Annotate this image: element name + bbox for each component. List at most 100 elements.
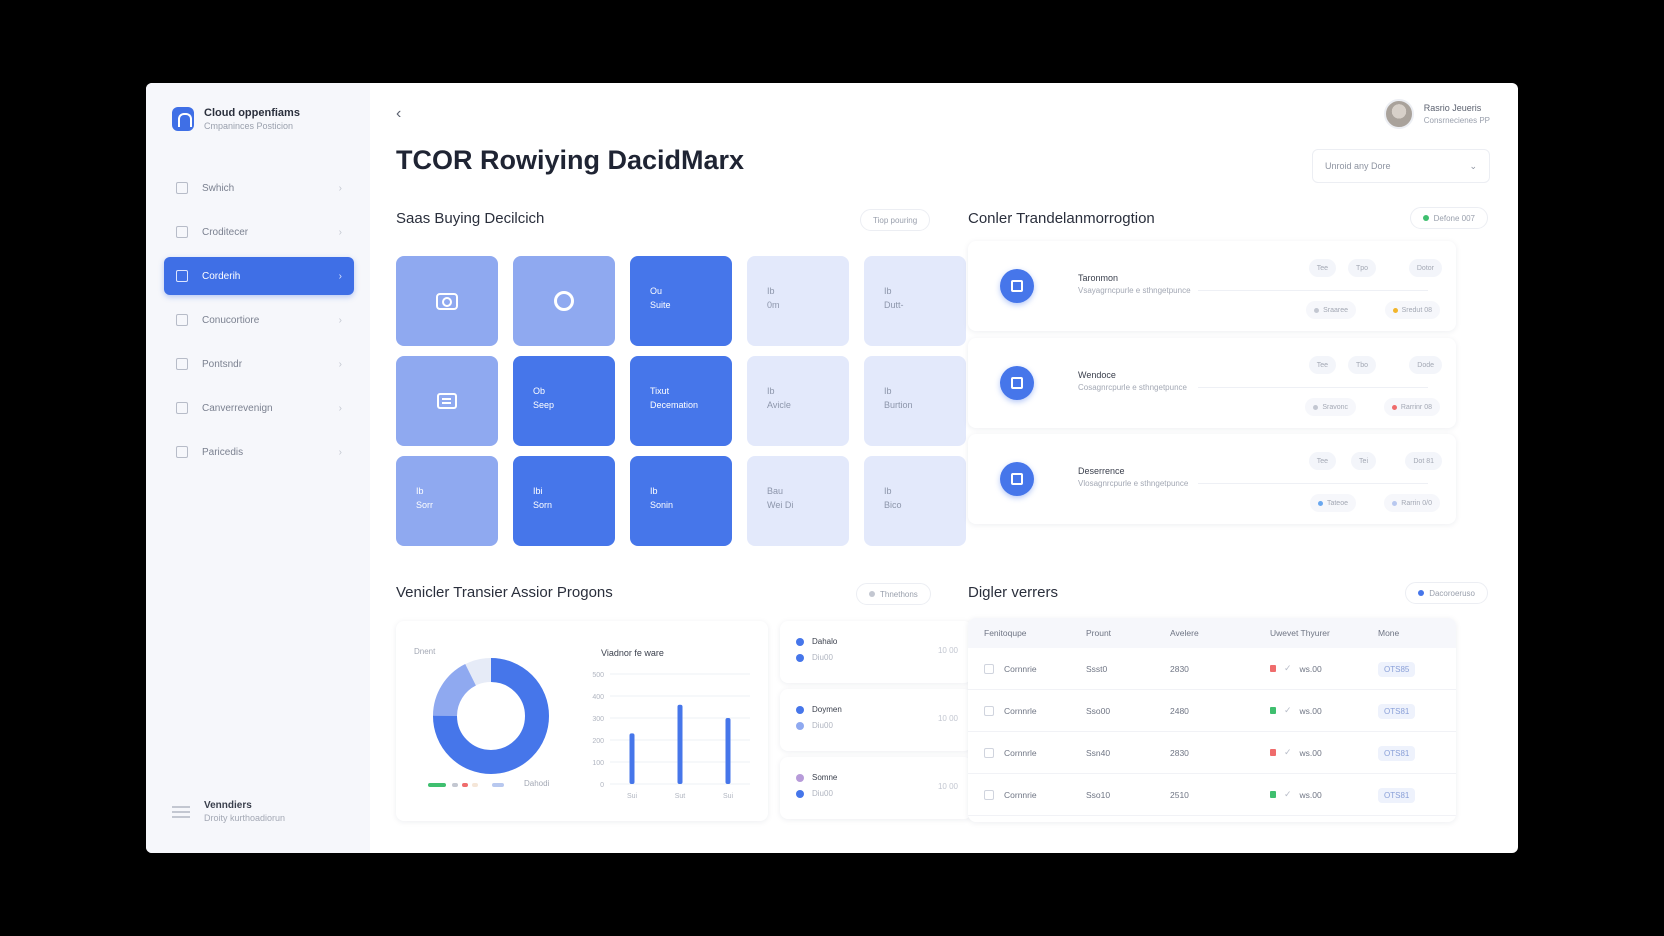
transform-stat: Sredut 08 <box>1384 301 1440 319</box>
sidebar-item-label: Canverrevenign <box>202 402 273 414</box>
transform-card[interactable]: Taronmon Vsayagrncpurle e sthngetpunce Tee… <box>968 241 1456 331</box>
buying-tile[interactable]: Bau Wei Di <box>747 456 849 546</box>
buying-tile[interactable]: Ib Avicle <box>747 356 849 446</box>
transfer-pill[interactable]: Thnethons <box>856 583 931 605</box>
row-checkbox[interactable] <box>984 663 994 674</box>
bar[interactable] <box>677 704 683 784</box>
buying-tile[interactable]: Ib Burtion <box>864 356 966 446</box>
sidebar-item-3[interactable]: Conucortiore › <box>164 301 354 339</box>
legend-card[interactable]: Dahalo Diu00 10 00 <box>780 621 972 683</box>
transform-card[interactable]: Wendoce Cosagnrcpurle e sthngetpunce Tee Tb… <box>968 338 1456 428</box>
code-badge[interactable]: OTS81 <box>1378 787 1416 803</box>
tile-line-2: Seep <box>533 400 555 410</box>
chevron-down-icon: ⌄ <box>1469 160 1477 171</box>
chevron-right-icon: › <box>338 182 342 194</box>
app-window: Cloud oppenfiams Cmpaninces Posticion Sw… <box>146 83 1518 853</box>
transform-tag[interactable]: Tei <box>1351 452 1376 470</box>
buying-tile[interactable] <box>513 256 615 346</box>
buying-tile[interactable]: Ib Dutt- <box>864 256 966 346</box>
cell-status: ✓ ws.00 <box>1270 705 1378 716</box>
sidebar-footer[interactable]: Venndiers Droity kurthoadiorun <box>172 800 285 823</box>
code-badge[interactable]: OTS85 <box>1378 661 1416 677</box>
transform-tag[interactable]: Tee <box>1308 259 1336 277</box>
buying-tile[interactable]: Ob Seep <box>513 356 615 446</box>
bar[interactable] <box>629 733 635 784</box>
buying-tile[interactable]: Ib Sorr <box>396 456 498 546</box>
sidebar-item-4[interactable]: Pontsndr › <box>164 345 354 383</box>
cell-status: ✓ ws.00 <box>1270 747 1378 758</box>
transform-stat: Sraaree <box>1306 301 1356 319</box>
table-row[interactable]: Cornnrle Sso00 2480 ✓ ws.00 OTS81 <box>968 690 1456 732</box>
brand[interactable]: Cloud oppenfiams Cmpaninces Posticion <box>172 107 300 131</box>
column-header[interactable]: Uwevet Thyurer <box>1270 628 1378 638</box>
buying-tile[interactable] <box>396 256 498 346</box>
row-checkbox[interactable] <box>984 705 994 716</box>
legend-name: Dahalo <box>812 637 838 646</box>
transform-tag[interactable]: Tee <box>1308 452 1336 470</box>
sidebar-item-6[interactable]: Paricedis › <box>164 433 354 471</box>
transform-tag[interactable]: Tpo <box>1347 259 1376 277</box>
buying-tile[interactable]: Tixut Decemation <box>630 356 732 446</box>
transform-card[interactable]: Deserrence Vlosagnrcpurle e sthngetpunce T… <box>968 434 1456 524</box>
legend-card[interactable]: Doymen Diu00 10 00 <box>780 689 972 751</box>
sidebar-item-1[interactable]: Croditecer › <box>164 213 354 251</box>
column-header[interactable]: Prount <box>1086 628 1170 638</box>
row-checkbox[interactable] <box>984 747 994 758</box>
transform-tag[interactable]: Dot 81 <box>1405 452 1442 470</box>
legend-swatch <box>428 783 446 787</box>
user-profile[interactable]: Rasrio Jeueris Consrnecienes PP <box>1383 99 1490 129</box>
back-arrow-icon[interactable]: ‹ <box>396 105 401 123</box>
buying-tile[interactable]: Ib Sonin <box>630 456 732 546</box>
status-mark-icon <box>1270 707 1276 714</box>
legend-dot-icon <box>796 637 804 646</box>
transform-tag[interactable]: Tbo <box>1347 356 1376 374</box>
digital-pill[interactable]: Dacoroeruso <box>1405 582 1488 604</box>
filter-select[interactable]: Unroid any Dore ⌄ <box>1312 149 1490 183</box>
buying-tile[interactable]: Ib Bico <box>864 456 966 546</box>
transform-tag[interactable]: Dode <box>1409 356 1442 374</box>
table-row[interactable]: Cornnrie Sso10 2510 ✓ ws.00 OTS81 <box>968 774 1456 816</box>
column-header[interactable]: Avelere <box>1170 628 1270 638</box>
column-header[interactable]: Fenitoqupe <box>968 628 1086 638</box>
cell-code: OTS81 <box>1378 745 1456 761</box>
buying-tile[interactable]: Ou Suite <box>630 256 732 346</box>
tile-line-2: Bico <box>884 500 902 510</box>
buying-tile[interactable]: Ibi Sorn <box>513 456 615 546</box>
tile-line-2: 0m <box>767 300 780 310</box>
column-header[interactable]: Mone <box>1378 628 1456 638</box>
status-value: ws.00 <box>1299 789 1322 800</box>
sidebar: Cloud oppenfiams Cmpaninces Posticion Sw… <box>146 83 370 853</box>
avatar <box>1383 99 1414 129</box>
status-dot-icon <box>1317 500 1323 506</box>
legend-amount: 10 00 <box>937 714 958 723</box>
menu-icon <box>172 803 190 821</box>
profile-name: Rasrio Jeueris <box>1423 103 1482 113</box>
legend-value: Diu00 <box>812 721 833 730</box>
tile-line-2: Avicle <box>767 400 791 410</box>
nav-item-icon <box>176 314 188 326</box>
legend-row: Diu00 <box>796 789 833 798</box>
page-title: TCOR Rowiying DacidMarx <box>396 145 745 175</box>
tile-line-2: Sorr <box>416 500 434 510</box>
transform-pill[interactable]: Defone 007 <box>1409 207 1488 229</box>
code-badge[interactable]: OTS81 <box>1378 703 1416 719</box>
brand-title: Cloud oppenfiams <box>204 107 300 119</box>
tile-line-1: Ib <box>767 386 775 396</box>
table-row[interactable]: Cornnrle Ssn40 2830 ✓ ws.00 OTS81 <box>968 732 1456 774</box>
sidebar-item-0[interactable]: Swhich › <box>164 169 354 207</box>
transform-tag[interactable]: Tee <box>1308 356 1336 374</box>
buying-tile[interactable] <box>396 356 498 446</box>
transform-tag[interactable]: Dotor <box>1408 259 1442 277</box>
legend-name: Somne <box>812 773 838 782</box>
sidebar-item-5[interactable]: Canverrevenign › <box>164 389 354 427</box>
sidebar-item-2[interactable]: Corderih › <box>164 257 354 295</box>
code-badge[interactable]: OTS81 <box>1378 745 1416 761</box>
table-row[interactable]: Cornnrie Ssst0 2830 ✓ ws.00 OTS85 <box>968 648 1456 690</box>
legend-card[interactable]: Somne Diu00 10 00 <box>780 757 972 819</box>
buying-tile[interactable]: Ib 0m <box>747 256 849 346</box>
legend-swatch <box>472 783 478 787</box>
row-checkbox[interactable] <box>984 789 994 800</box>
status-dot-icon <box>1391 404 1397 410</box>
buying-filter-pill[interactable]: Tiop pouring <box>860 209 931 231</box>
bar[interactable] <box>725 718 731 784</box>
